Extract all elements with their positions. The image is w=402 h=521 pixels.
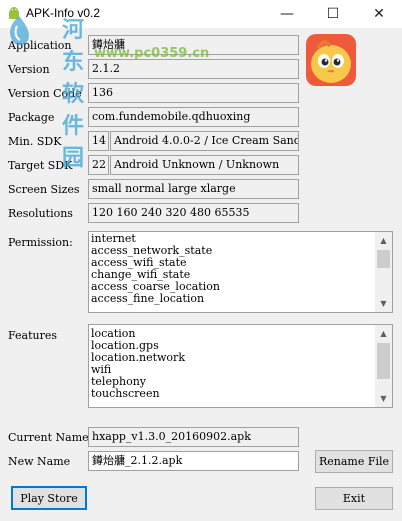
close-button[interactable]: ✕ [356, 0, 402, 28]
features-scrollbar[interactable]: ▲ ▼ [375, 325, 392, 407]
resolutions-field: 120 160 240 320 480 65535 [88, 203, 299, 223]
rename-file-button[interactable]: Rename File [315, 450, 393, 473]
features-label: Features [8, 329, 58, 342]
permission-scrollbar[interactable]: ▲ ▼ [375, 232, 392, 312]
current-name-field: hxapp_v1.3.0_20160902.apk [88, 427, 299, 447]
play-store-button[interactable]: Play Store [11, 486, 87, 510]
version-code-label: Version Code [8, 87, 82, 100]
version-code-field: 136 [88, 83, 299, 103]
features-list[interactable]: location location.gps location.network w… [88, 324, 393, 408]
version-field: 2.1.2 [88, 59, 299, 79]
scroll-up-icon[interactable]: ▲ [375, 232, 392, 249]
scrollbar-thumb[interactable] [377, 250, 390, 268]
resolutions-label: Resolutions [8, 207, 73, 220]
minimize-button[interactable]: — [264, 0, 310, 28]
new-name-label: New Name [8, 455, 71, 468]
min-sdk-label: Min. SDK [8, 135, 62, 148]
exit-button[interactable]: Exit [315, 487, 393, 510]
screen-sizes-field: small normal large xlarge [88, 179, 299, 199]
current-name-label: Current Name [8, 431, 89, 444]
scroll-up-icon[interactable]: ▲ [375, 325, 392, 342]
min-sdk-description-field: Android 4.0.0-2 / Ice Cream Sandwich [110, 131, 299, 151]
list-item[interactable]: access_fine_location [91, 293, 374, 305]
title-bar: APK-Info v0.2 — ☐ ✕ [0, 0, 402, 28]
list-item[interactable]: touchscreen [91, 388, 374, 400]
application-label: Application [8, 39, 72, 52]
package-label: Package [8, 111, 55, 124]
target-sdk-description-field: Android Unknown / Unknown [110, 155, 299, 175]
scroll-down-icon[interactable]: ▼ [375, 295, 392, 312]
application-field: 鐏炲牅 [88, 35, 299, 55]
package-field: com.fundemobile.qdhuoxing [88, 107, 299, 127]
new-name-input[interactable]: 鐏炲牅_2.1.2.apk [88, 451, 299, 471]
app-icon-image [306, 34, 356, 86]
min-sdk-number-field: 14 [88, 131, 109, 151]
list-item[interactable]: location.network [91, 352, 374, 364]
maximize-button[interactable]: ☐ [310, 0, 356, 28]
screen-sizes-label: Screen Sizes [8, 183, 80, 196]
target-sdk-label: Target SDK [8, 159, 73, 172]
scroll-down-icon[interactable]: ▼ [375, 390, 392, 407]
permission-list[interactable]: internet access_network_state access_wif… [88, 231, 393, 313]
scrollbar-thumb[interactable] [377, 343, 390, 379]
window-title: APK-Info v0.2 [26, 6, 101, 20]
permission-label: Permission: [8, 236, 73, 249]
android-app-icon [9, 7, 19, 19]
version-label: Version [8, 63, 50, 76]
target-sdk-number-field: 22 [88, 155, 109, 175]
